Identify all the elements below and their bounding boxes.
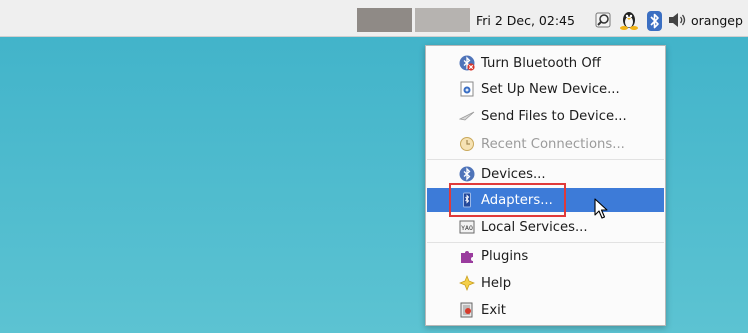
menu-item-label: Devices... xyxy=(481,166,546,182)
exit-icon xyxy=(459,302,475,318)
highlight-box xyxy=(449,183,566,217)
svg-text:YAO: YAO xyxy=(461,224,473,232)
bluetooth-icon xyxy=(459,166,475,182)
menu-item-label: Help xyxy=(481,275,512,291)
menu-item-help[interactable]: Help xyxy=(427,271,664,295)
menu-item-exit[interactable]: Exit xyxy=(427,298,664,322)
puzzle-icon xyxy=(459,248,475,264)
menu-item-recent-connections: Recent Connections... xyxy=(427,132,664,156)
workspace-button-2[interactable] xyxy=(415,8,470,32)
help-icon xyxy=(459,275,475,291)
menu-item-label: Plugins xyxy=(481,248,529,264)
menu-item-turn-bluetooth-off[interactable]: Turn Bluetooth Off xyxy=(427,51,664,75)
menu-item-label: Local Services... xyxy=(481,219,588,235)
recent-clock-icon xyxy=(459,136,475,152)
menu-item-label: Turn Bluetooth Off xyxy=(481,55,601,71)
clock[interactable]: Fri 2 Dec, 02:45 xyxy=(476,13,575,28)
menu-separator xyxy=(427,159,664,160)
tux-penguin-icon[interactable] xyxy=(618,10,638,30)
menu-item-label: Set Up New Device... xyxy=(481,81,620,97)
mouse-pointer-icon xyxy=(594,198,608,220)
menu-item-set-up-new-device[interactable]: Set Up New Device... xyxy=(427,77,664,101)
workspace-button-1[interactable] xyxy=(357,8,412,32)
send-files-icon xyxy=(459,108,475,124)
top-panel: Fri 2 Dec, 02:45 orangep xyxy=(0,0,748,37)
menu-separator xyxy=(427,242,664,243)
menu-item-label: Recent Connections... xyxy=(481,136,625,152)
user-name[interactable]: orangep xyxy=(691,13,743,28)
menu-item-send-files[interactable]: Send Files to Device... xyxy=(427,104,664,128)
bluetooth-off-icon xyxy=(459,55,475,71)
menu-item-local-services[interactable]: YAO Local Services... xyxy=(427,215,664,239)
local-services-icon: YAO xyxy=(459,219,475,235)
menu-item-plugins[interactable]: Plugins xyxy=(427,244,664,268)
menu-item-label: Send Files to Device... xyxy=(481,108,627,124)
magnifier-icon[interactable] xyxy=(595,10,613,30)
volume-icon[interactable] xyxy=(667,10,686,30)
menu-item-label: Exit xyxy=(481,302,506,318)
new-device-icon xyxy=(459,81,475,97)
bluetooth-tray-icon[interactable] xyxy=(647,11,662,31)
